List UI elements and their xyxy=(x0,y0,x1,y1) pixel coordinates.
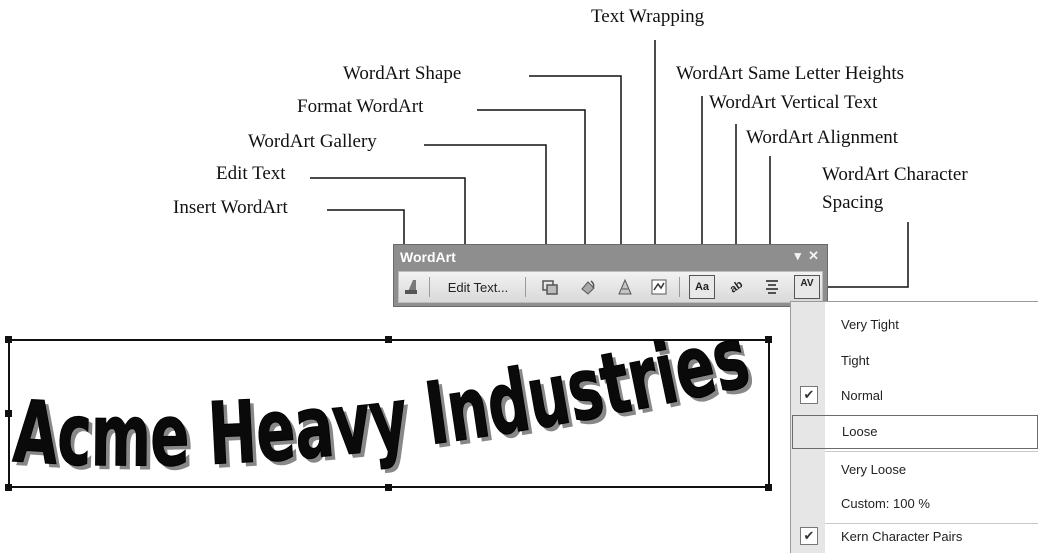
menu-item-normal[interactable]: ✔ Normal xyxy=(791,379,1038,413)
menu-separator xyxy=(825,451,1038,452)
menu-item-tight[interactable]: Tight xyxy=(791,344,1038,378)
wordart-text-art: Acme Heavy Industries Acme Heavy Industr… xyxy=(10,339,762,488)
menu-item-loose[interactable]: Loose xyxy=(792,415,1038,449)
vertical-text-icon: ab xyxy=(727,278,745,296)
svg-text:Acme Heavy Industries: Acme Heavy Industries xyxy=(11,339,758,487)
character-spacing-icon: AV xyxy=(800,278,814,289)
menu-item-label: Kern Character Pairs xyxy=(841,529,963,544)
text-wrapping-icon xyxy=(651,279,667,295)
character-spacing-button[interactable]: AV xyxy=(794,275,820,299)
menu-item-label: Tight xyxy=(841,353,870,368)
menu-item-label: Custom: 100 % xyxy=(841,496,930,511)
alignment-icon xyxy=(766,280,778,294)
insert-wordart-icon xyxy=(405,280,417,294)
edit-text-button[interactable]: Edit Text... xyxy=(435,275,521,299)
checkmark-icon: ✔ xyxy=(800,386,818,404)
same-letter-heights-button[interactable]: Aa xyxy=(689,275,715,299)
wordart-gallery-button[interactable] xyxy=(537,275,563,299)
insert-wordart-button[interactable] xyxy=(399,275,425,299)
toolbar-title: WordArt xyxy=(400,249,456,265)
toolbar-button-strip: Edit Text... Aa ab AV xyxy=(398,271,823,303)
menu-item-label: Very Loose xyxy=(841,462,907,477)
wordart-gallery-icon xyxy=(542,280,558,295)
text-wrapping-button[interactable] xyxy=(646,275,672,299)
menu-item-label: Normal xyxy=(841,388,883,403)
menu-item-label: Loose xyxy=(842,424,878,439)
menu-item-very-loose[interactable]: Very Loose xyxy=(791,453,1038,487)
menu-item-very-tight[interactable]: Very Tight xyxy=(791,308,1038,342)
toolbar-close-icon[interactable]: ✕ xyxy=(808,248,819,264)
checkmark-icon: ✔ xyxy=(800,527,818,545)
format-wordart-button[interactable] xyxy=(575,275,601,299)
wordart-text: Acme Heavy Industries xyxy=(10,339,758,487)
toolbar-options-icon[interactable]: ▾ xyxy=(794,248,801,264)
wordart-shape-button[interactable] xyxy=(612,275,638,299)
wordart-shape-icon xyxy=(618,278,632,295)
alignment-button[interactable] xyxy=(759,275,785,299)
menu-item-label: Very Tight xyxy=(841,317,899,332)
same-letter-heights-icon: Aa xyxy=(694,281,710,293)
menu-item-custom[interactable]: Custom: 100 % xyxy=(791,487,1038,521)
vertical-text-button[interactable]: ab xyxy=(723,275,749,299)
wordart-toolbar: WordArt ▾ ✕ Edit Text... Aa ab AV xyxy=(393,244,828,307)
menu-item-kern-pairs[interactable]: ✔ Kern Character Pairs xyxy=(791,520,1038,554)
format-wordart-icon xyxy=(581,280,595,295)
character-spacing-menu: Very Tight Tight ✔ Normal Loose Very Loo… xyxy=(790,301,1038,553)
